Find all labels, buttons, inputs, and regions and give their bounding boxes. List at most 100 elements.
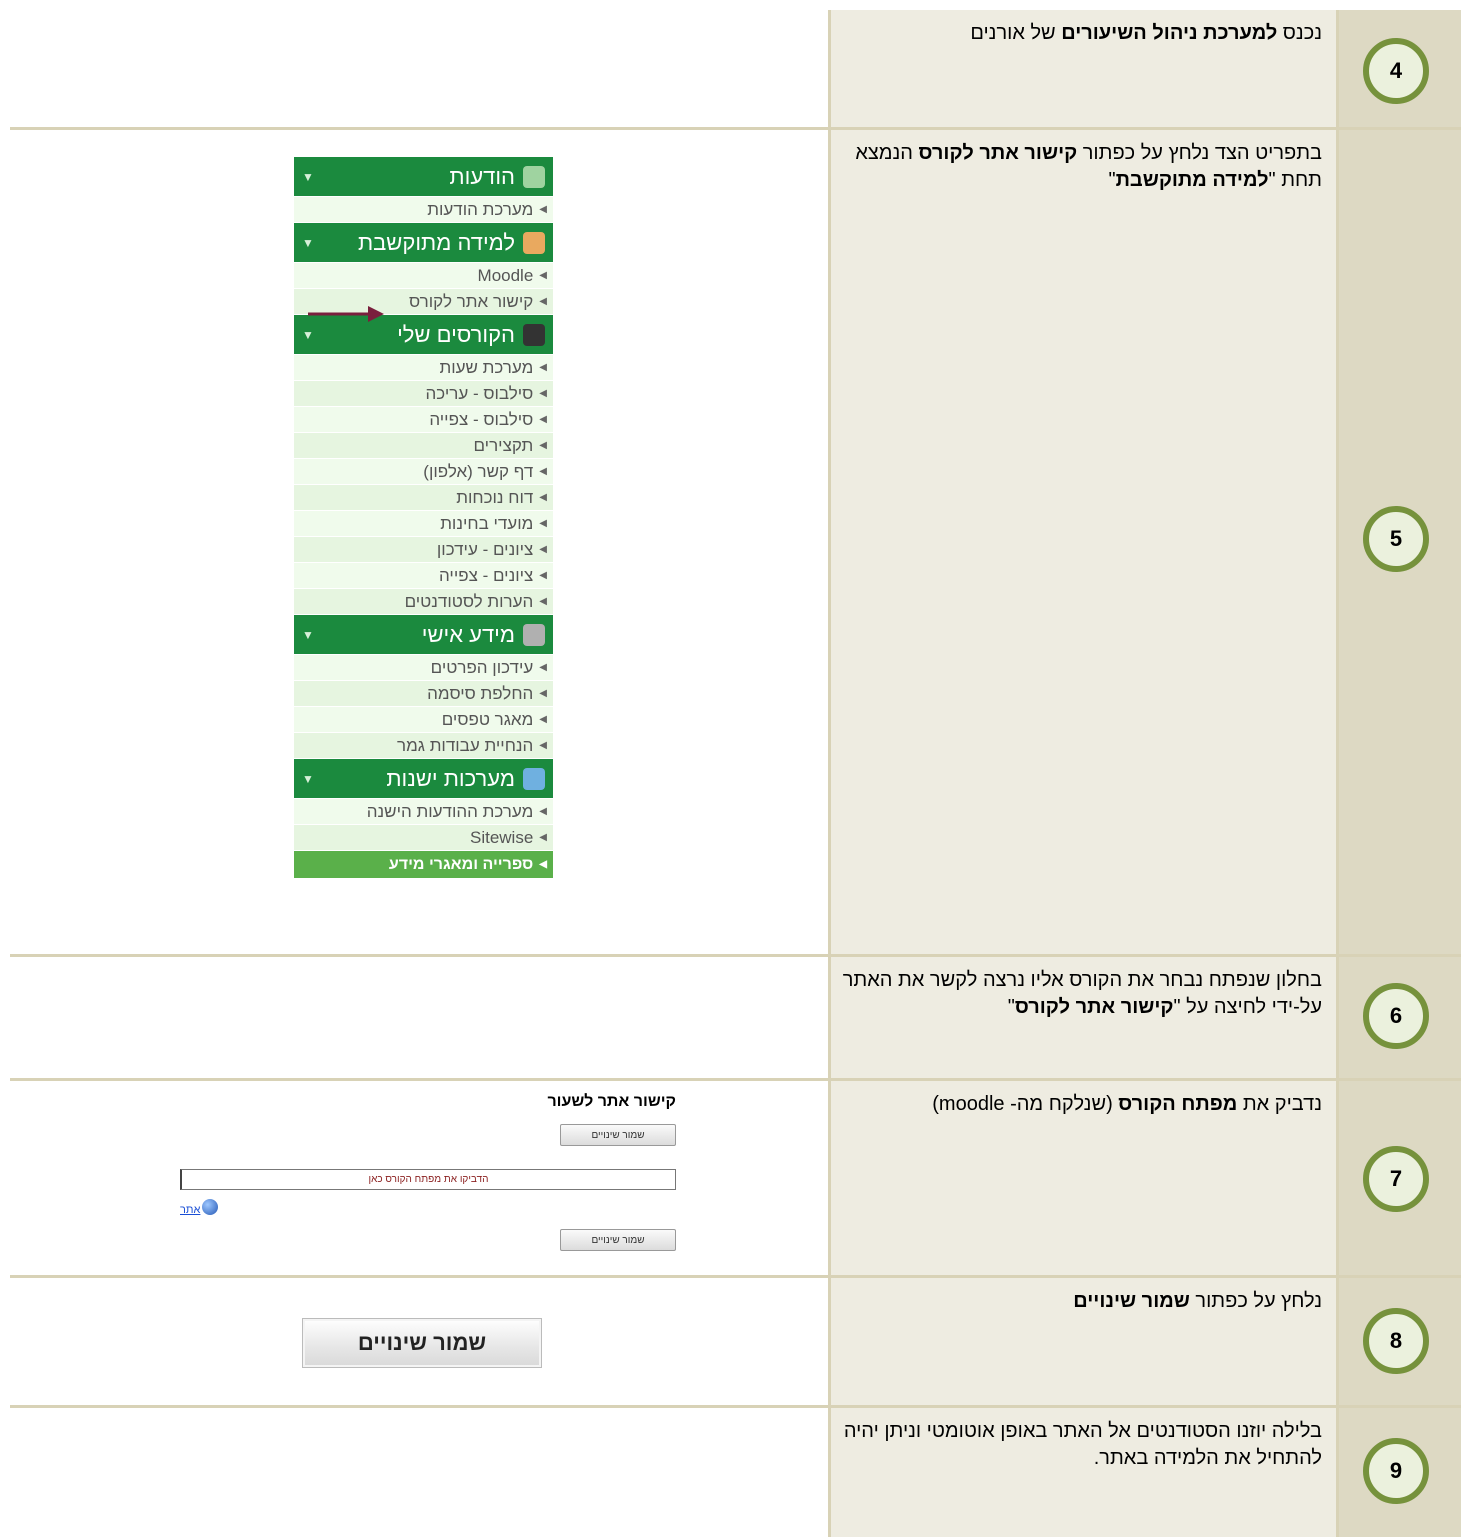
- gear-icon: [523, 623, 545, 646]
- course-key-input[interactable]: הדביקו את מפתח הקורס כאן: [180, 1169, 676, 1190]
- user-computer-icon: [523, 231, 545, 254]
- menu-section-label: הודעות: [449, 163, 515, 189]
- menu-item[interactable]: ◀ סילבוס - צפייה: [294, 407, 553, 433]
- step-text-cell: נכנס למערכת ניהול השיעורים של אורנים: [831, 10, 1336, 127]
- menu-section-header[interactable]: מערכות ישנות ▼: [294, 759, 553, 799]
- step-number-badge: 5: [1363, 506, 1429, 572]
- menu-item[interactable]: ◀ דוח נוכחות: [294, 485, 553, 511]
- step-text: נלחץ על כפתור שמור שינויים: [831, 1278, 1336, 1315]
- menu-item-label: מערכת ההודעות הישנה: [366, 801, 534, 821]
- menu-item[interactable]: ◀ מערכת ההודעות הישנה: [294, 799, 553, 825]
- menu-item[interactable]: ◀ תקצירים: [294, 433, 553, 459]
- save-button[interactable]: שמור שינויים: [560, 1124, 676, 1146]
- caret-left-icon: ◀: [539, 596, 547, 607]
- menu-item-label: הנחיית עבודות גמר: [397, 735, 534, 755]
- step-text-cell: בחלון שנפתח נבחר את הקורס אליו נרצה לקשר…: [831, 957, 1336, 1078]
- step-image-cell: [10, 1408, 828, 1537]
- step-row: נכנס למערכת ניהול השיעורים של אורנים 4: [10, 10, 1461, 127]
- step-number-cell: 5: [1339, 130, 1461, 954]
- caret-left-icon: ◀: [539, 204, 547, 215]
- step-image-cell: [10, 10, 828, 127]
- menu-item[interactable]: ◀ מערכת הודעות: [294, 197, 553, 223]
- caret-left-icon: ◀: [539, 518, 547, 529]
- step-text-part: נדביק את: [1237, 1093, 1322, 1115]
- step-text-cell: נדביק את מפתח הקורס (שנלקח מה- moodle): [831, 1081, 1336, 1275]
- side-menu: הודעות ▼ ◀ מערכת הודעות למידה מתוקשבת ▼ ◀ Moodl…: [294, 157, 553, 879]
- menu-item-label: דף קשר (אלפון): [423, 461, 534, 481]
- site-link[interactable]: אתר: [180, 1204, 200, 1216]
- caret-left-icon: ◀: [539, 362, 547, 373]
- caret-left-icon: ◀: [539, 296, 547, 307]
- step-row: הודעות ▼ ◀ מערכת הודעות למידה מתוקשבת ▼ ◀ Moodl…: [10, 130, 1461, 954]
- menu-section-header[interactable]: הודעות ▼: [294, 157, 553, 197]
- menu-item-label: תקצירים: [473, 435, 534, 455]
- step-text-bold: למידה מתוקשבת: [1115, 169, 1269, 191]
- step-text-cell: בתפריט הצד נלחץ על כפתור קישור אתר לקורס…: [831, 130, 1336, 954]
- menu-item[interactable]: ◀ Moodle: [294, 263, 553, 289]
- menu-item-label: מועדי בחינות: [440, 513, 534, 533]
- link-form-title: קישור אתר לשעור: [547, 1093, 676, 1110]
- menu-item[interactable]: ◀ סילבוס - עריכה: [294, 381, 553, 407]
- globe-icon: [202, 1199, 218, 1215]
- caret-left-icon: ◀: [539, 414, 547, 425]
- step-text-part: (שנלקח מה- moodle): [932, 1093, 1119, 1115]
- step-text-part: נכנס: [1277, 22, 1322, 44]
- menu-item[interactable]: ◀ ציונים - עידכון: [294, 537, 553, 563]
- steps-table: נכנס למערכת ניהול השיעורים של אורנים 4 ה…: [10, 10, 1461, 1537]
- menu-section-label: למידה מתוקשבת: [357, 229, 515, 255]
- menu-item-label: עידכון הפרטים: [430, 657, 534, 677]
- caret-left-icon: ◀: [539, 740, 547, 751]
- step-text-cell: בלילה יוזנו הסטודנטים אל האתר באופן אוטו…: [831, 1408, 1336, 1537]
- menu-item[interactable]: ◀ מערכת שעות: [294, 355, 553, 381]
- chevron-down-icon: ▼: [302, 327, 314, 342]
- step-number-cell: 9: [1339, 1408, 1461, 1537]
- step-image-cell: הודעות ▼ ◀ מערכת הודעות למידה מתוקשבת ▼ ◀ Moodl…: [10, 130, 828, 954]
- step-number-cell: 7: [1339, 1081, 1461, 1275]
- menu-item[interactable]: ◀ הערות לסטודנטים: [294, 589, 553, 615]
- menu-item[interactable]: ◀ Sitewise: [294, 825, 553, 851]
- menu-section-header[interactable]: מידע אישי ▼: [294, 615, 553, 655]
- caret-left-icon: ◀: [539, 662, 547, 673]
- menu-item-label: ספרייה ומאגרי מידע: [388, 855, 534, 873]
- step-image-cell: שמור שינויים: [10, 1278, 828, 1405]
- menu-section-label: מידע אישי: [421, 621, 515, 647]
- menu-item[interactable]: ◀ ציונים - צפייה: [294, 563, 553, 589]
- save-changes-button[interactable]: שמור שינויים: [302, 1318, 542, 1368]
- step-text-part: בתפריט הצד נלחץ על כפתור: [1077, 142, 1322, 164]
- menu-item[interactable]: ◀ עידכון הפרטים: [294, 655, 553, 681]
- menu-item[interactable]: ◀ מועדי בחינות: [294, 511, 553, 537]
- menu-item[interactable]: ◀ החלפת סיסמה: [294, 681, 553, 707]
- step-row: בלילה יוזנו הסטודנטים אל האתר באופן אוטו…: [10, 1408, 1461, 1537]
- pointer-arrow: [308, 306, 384, 322]
- menu-item-label: מאגר טפסים: [441, 709, 534, 729]
- step-text: בחלון שנפתח נבחר את הקורס אליו נרצה לקשר…: [831, 957, 1336, 1021]
- step-text-part: בלילה יוזנו הסטודנטים אל האתר באופן אוטו…: [843, 1420, 1322, 1469]
- menu-item-label: ציונים - צפייה: [438, 565, 534, 585]
- caret-left-icon: ◀: [539, 859, 547, 870]
- chevron-down-icon: ▼: [302, 771, 314, 786]
- step-text-bold: שמור שינויים: [1073, 1290, 1190, 1312]
- menu-item[interactable]: ◀ דף קשר (אלפון): [294, 459, 553, 485]
- step-text-bold: למערכת ניהול השיעורים: [1061, 22, 1278, 44]
- save-button[interactable]: שמור שינויים: [560, 1229, 676, 1251]
- menu-item[interactable]: ◀ ספרייה ומאגרי מידע: [294, 851, 553, 879]
- step-number-cell: 8: [1339, 1278, 1461, 1405]
- menu-section-label: הקורסים שלי: [397, 321, 515, 347]
- step-text-bold: מפתח הקורס: [1118, 1093, 1238, 1115]
- menu-item[interactable]: ◀ הנחיית עבודות גמר: [294, 733, 553, 759]
- menu-item-label: מערכת הודעות: [427, 199, 534, 219]
- chevron-down-icon: ▼: [302, 235, 314, 250]
- step-number-badge: 6: [1363, 983, 1429, 1049]
- menu-item[interactable]: ◀ מאגר טפסים: [294, 707, 553, 733]
- caret-left-icon: ◀: [539, 492, 547, 503]
- step-image-cell: [10, 957, 828, 1078]
- step-text: בלילה יוזנו הסטודנטים אל האתר באופן אוטו…: [831, 1408, 1336, 1472]
- menu-section-header[interactable]: למידה מתוקשבת ▼: [294, 223, 553, 263]
- step-text-part: נלחץ על כפתור: [1189, 1290, 1322, 1312]
- step-image-cell: קישור אתר לשעור שמור שינויים הדביקו את מ…: [10, 1081, 828, 1275]
- menu-item-label: החלפת סיסמה: [427, 683, 534, 703]
- menu-item-label: קישור אתר לקורס: [408, 291, 534, 311]
- step-number-badge: 9: [1363, 1438, 1429, 1504]
- menu-item-label: הערות לסטודנטים: [404, 591, 534, 611]
- menu-item-label: ציונים - עידכון: [436, 539, 534, 559]
